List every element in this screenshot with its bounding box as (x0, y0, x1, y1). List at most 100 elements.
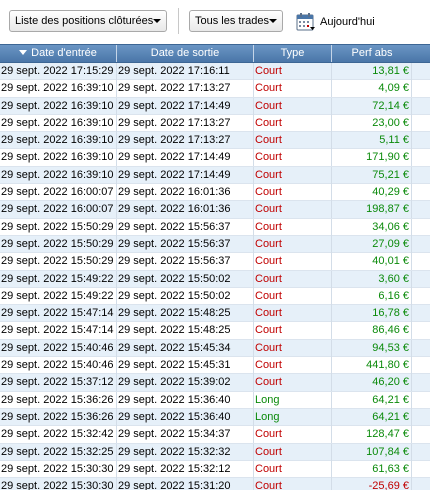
perf-cell: 94,53 € (332, 339, 412, 357)
table-row[interactable]: 29 sept. 2022 15:36:26 29 sept. 2022 15:3… (0, 391, 430, 409)
entry-date-cell: 29 sept. 2022 17:15:29 (0, 63, 117, 80)
entry-date-cell: 29 sept. 2022 15:36:26 (0, 391, 117, 409)
table-row[interactable]: 29 sept. 2022 16:39:10 29 sept. 2022 17:1… (0, 114, 430, 133)
type-cell: Court (254, 374, 332, 392)
type-cell: Court (254, 63, 332, 80)
entry-date-cell: 29 sept. 2022 16:39:10 (0, 80, 117, 98)
row-spacer (412, 392, 430, 409)
entry-date-cell: 29 sept. 2022 16:00:07 (0, 201, 117, 219)
table-row[interactable]: 29 sept. 2022 15:30:30 29 sept. 2022 15:3… (0, 460, 430, 479)
perf-cell: 5,11 € (332, 132, 412, 150)
toolbar-divider (178, 8, 179, 34)
table-row[interactable]: 29 sept. 2022 16:00:07 29 sept. 2022 16:0… (0, 184, 430, 202)
trades-filter-dropdown[interactable]: Tous les trades (189, 10, 283, 32)
type-cell: Court (254, 322, 332, 340)
table-row[interactable]: 29 sept. 2022 15:50:29 29 sept. 2022 15:5… (0, 253, 430, 271)
table-row[interactable]: 29 sept. 2022 17:15:29 29 sept. 2022 17:1… (0, 63, 430, 81)
column-header-type[interactable]: Type (254, 45, 332, 62)
type-cell: Court (254, 460, 332, 478)
column-header-label: Type (280, 47, 305, 59)
type-cell: Court (254, 184, 332, 202)
row-spacer (412, 409, 430, 426)
entry-date-cell: 29 sept. 2022 15:40:46 (0, 357, 117, 375)
row-spacer (412, 322, 430, 339)
exit-date-cell: 29 sept. 2022 17:13:27 (117, 132, 254, 150)
entry-date-cell: 29 sept. 2022 16:39:10 (0, 114, 117, 132)
table-row[interactable]: 29 sept. 2022 15:40:46 29 sept. 2022 15:4… (0, 339, 430, 358)
table-row[interactable]: 29 sept. 2022 15:49:22 29 sept. 2022 15:5… (0, 287, 430, 306)
table-row[interactable]: 29 sept. 2022 15:50:29 29 sept. 2022 15:5… (0, 235, 430, 254)
positions-filter-dropdown[interactable]: Liste des positions clôturées (9, 10, 167, 32)
entry-date-cell: 29 sept. 2022 15:30:30 (0, 478, 117, 490)
entry-date-cell: 29 sept. 2022 16:39:10 (0, 166, 117, 184)
type-cell: Court (254, 253, 332, 271)
table-row[interactable]: 29 sept. 2022 16:39:10 29 sept. 2022 17:1… (0, 132, 430, 150)
type-cell: Court (254, 357, 332, 375)
exit-date-cell: 29 sept. 2022 15:31:20 (117, 478, 254, 490)
entry-date-cell: 29 sept. 2022 15:50:29 (0, 218, 117, 236)
row-spacer (412, 288, 430, 305)
type-cell: Court (254, 287, 332, 305)
table-row[interactable]: 29 sept. 2022 15:49:22 29 sept. 2022 15:5… (0, 270, 430, 288)
entry-date-cell: 29 sept. 2022 16:39:10 (0, 97, 117, 115)
exit-date-cell: 29 sept. 2022 15:32:32 (117, 443, 254, 461)
table-row[interactable]: 29 sept. 2022 16:39:10 29 sept. 2022 17:1… (0, 97, 430, 115)
row-spacer (412, 340, 430, 357)
column-header-exit-date[interactable]: Date de sortie (117, 45, 254, 62)
table-row[interactable]: 29 sept. 2022 15:47:14 29 sept. 2022 15:4… (0, 305, 430, 323)
type-cell: Court (254, 270, 332, 288)
table-row[interactable]: 29 sept. 2022 15:37:12 29 sept. 2022 15:3… (0, 374, 430, 392)
perf-cell: 107,84 € (332, 443, 412, 461)
type-cell: Court (254, 426, 332, 444)
exit-date-cell: 29 sept. 2022 17:14:49 (117, 149, 254, 167)
row-spacer (412, 271, 430, 288)
exit-date-cell: 29 sept. 2022 15:32:12 (117, 460, 254, 478)
perf-cell: 128,47 € (332, 426, 412, 444)
table-row[interactable]: 29 sept. 2022 15:50:29 29 sept. 2022 15:5… (0, 218, 430, 236)
type-cell: Long (254, 391, 332, 409)
perf-cell: 13,81 € (332, 63, 412, 80)
exit-date-cell: 29 sept. 2022 17:14:49 (117, 166, 254, 184)
exit-date-cell: 29 sept. 2022 15:50:02 (117, 270, 254, 288)
exit-date-cell: 29 sept. 2022 15:48:25 (117, 322, 254, 340)
exit-date-cell: 29 sept. 2022 16:01:36 (117, 184, 254, 202)
perf-cell: 61,63 € (332, 460, 412, 478)
row-spacer (412, 478, 430, 490)
table-row[interactable]: 29 sept. 2022 16:39:10 29 sept. 2022 17:1… (0, 149, 430, 167)
exit-date-cell: 29 sept. 2022 17:13:27 (117, 80, 254, 98)
table-row[interactable]: 29 sept. 2022 16:39:10 29 sept. 2022 17:1… (0, 166, 430, 185)
entry-date-cell: 29 sept. 2022 15:30:30 (0, 460, 117, 478)
exit-date-cell: 29 sept. 2022 15:48:25 (117, 305, 254, 323)
type-cell: Court (254, 443, 332, 461)
row-spacer (412, 132, 430, 149)
entry-date-cell: 29 sept. 2022 15:36:26 (0, 408, 117, 426)
type-cell: Court (254, 97, 332, 115)
table-row[interactable]: 29 sept. 2022 15:40:46 29 sept. 2022 15:4… (0, 357, 430, 375)
exit-date-cell: 29 sept. 2022 15:50:02 (117, 287, 254, 305)
table-row[interactable]: 29 sept. 2022 15:32:42 29 sept. 2022 15:3… (0, 426, 430, 444)
row-spacer (412, 219, 430, 236)
table-header: Date d'entrée Date de sortie Type Perf a… (0, 44, 430, 63)
closed-positions-table: Date d'entrée Date de sortie Type Perf a… (0, 44, 430, 490)
perf-cell: 40,01 € (332, 253, 412, 271)
row-spacer (412, 444, 430, 461)
row-spacer (412, 236, 430, 253)
table-row[interactable]: 29 sept. 2022 15:36:26 29 sept. 2022 15:3… (0, 408, 430, 427)
entry-date-cell: 29 sept. 2022 15:40:46 (0, 339, 117, 357)
table-row[interactable]: 29 sept. 2022 15:32:25 29 sept. 2022 15:3… (0, 443, 430, 461)
column-header-entry-date[interactable]: Date d'entrée (0, 45, 117, 62)
perf-cell: 441,80 € (332, 357, 412, 375)
table-row[interactable]: 29 sept. 2022 15:30:30 29 sept. 2022 15:3… (0, 478, 430, 490)
column-header-perf[interactable]: Perf abs (332, 45, 412, 62)
table-row[interactable]: 29 sept. 2022 15:47:14 29 sept. 2022 15:4… (0, 322, 430, 340)
perf-cell: 86,46 € (332, 322, 412, 340)
exit-date-cell: 29 sept. 2022 15:56:37 (117, 218, 254, 236)
today-button[interactable]: Aujourd'hui (296, 11, 375, 33)
table-row[interactable]: 29 sept. 2022 16:39:10 29 sept. 2022 17:1… (0, 80, 430, 98)
type-cell: Court (254, 80, 332, 98)
entry-date-cell: 29 sept. 2022 15:50:29 (0, 253, 117, 271)
row-spacer (412, 357, 430, 374)
table-row[interactable]: 29 sept. 2022 16:00:07 29 sept. 2022 16:0… (0, 201, 430, 219)
perf-cell: 40,29 € (332, 184, 412, 202)
row-spacer (412, 305, 430, 322)
